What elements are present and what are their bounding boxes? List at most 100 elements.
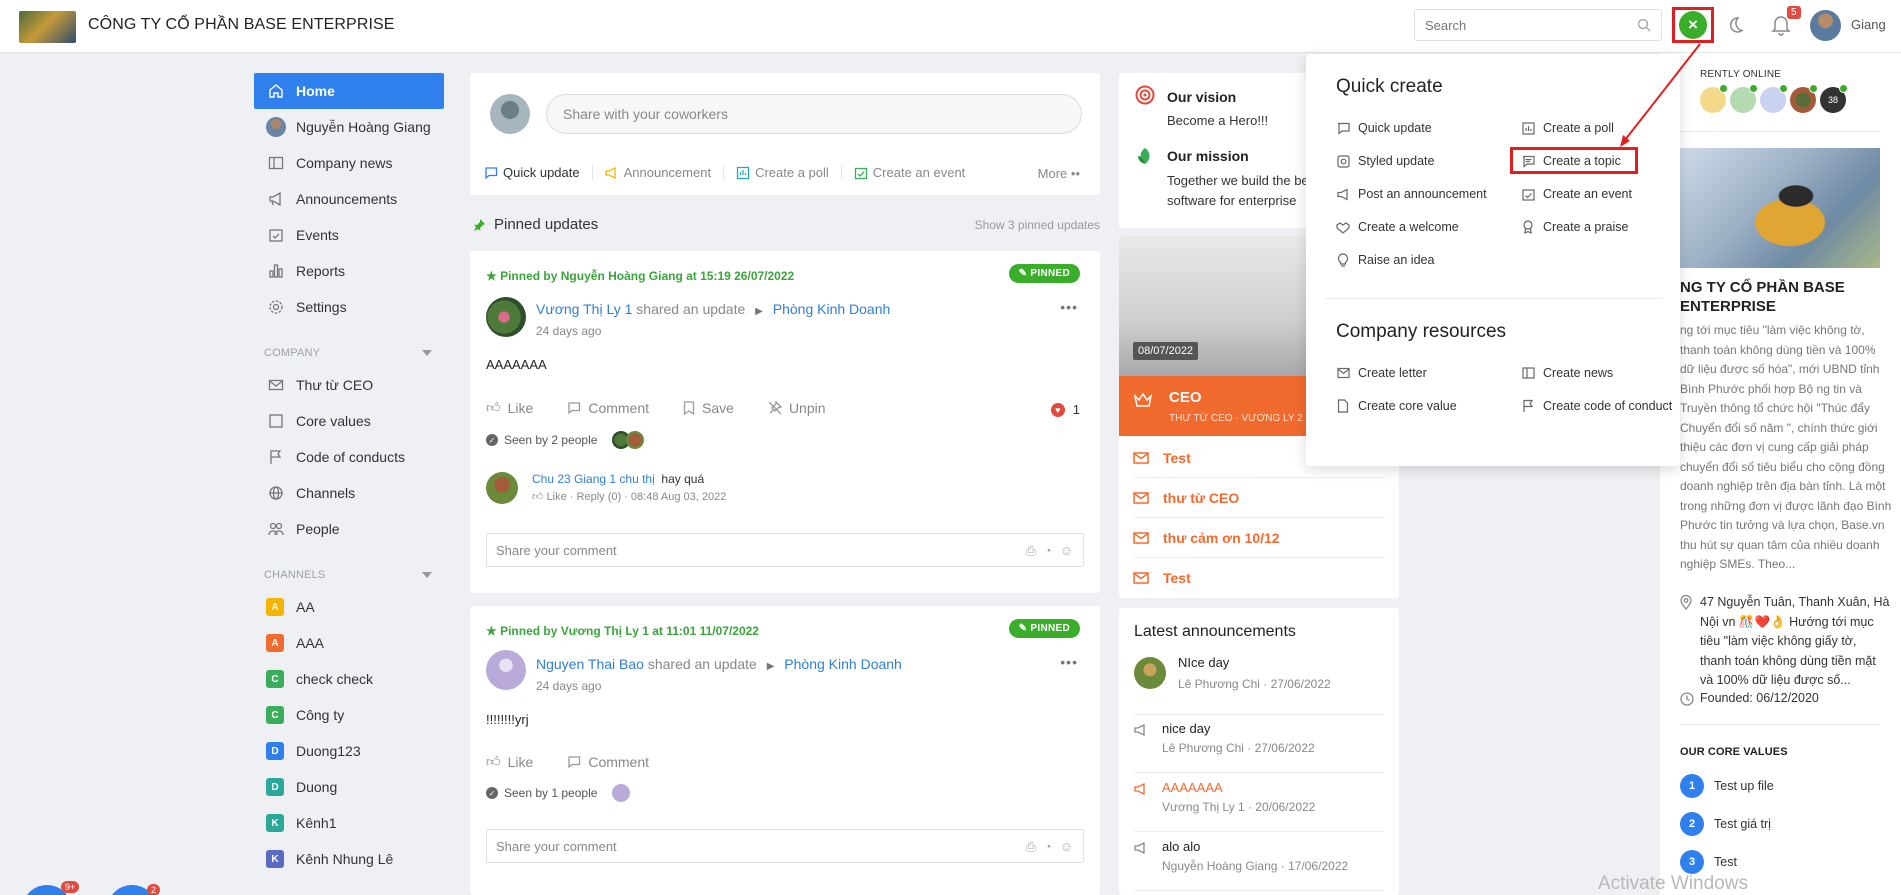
like-button[interactable]: 👍︎ Like [486,753,533,770]
seen-by[interactable]: ✓ Seen by 1 people [486,784,631,802]
search-icon[interactable] [1637,18,1651,32]
sidebar-item-channel[interactable]: C Công ty [254,697,444,733]
company-section-header[interactable]: COMPANY [254,339,444,367]
search-box[interactable] [1414,9,1662,41]
thumbs-up-icon[interactable]: 👍︎ [532,491,544,503]
close-icon[interactable]: × [1679,11,1707,39]
avatar[interactable] [1790,84,1818,113]
attach-icon[interactable]: ⎙ [1025,543,1035,559]
avatar[interactable] [486,472,518,504]
sidebar-item-channel[interactable]: A AAA [254,625,444,661]
sidebar-item-reports[interactable]: Reports [254,253,444,289]
company-logo[interactable] [19,11,76,43]
comment-input[interactable]: Share your comment ⎙ ◔ ☺ [486,829,1084,863]
sidebar-item-channel[interactable]: D Duong [254,769,444,805]
sidebar-item-settings[interactable]: Settings [254,289,444,325]
sidebar-item-company-news[interactable]: Company news [254,145,444,181]
user-name[interactable]: Giang [1851,17,1886,32]
user-avatar[interactable] [1810,10,1841,41]
menu-item-create-news[interactable]: Create news [1521,366,1613,380]
menu-item-create-event[interactable]: Create an event [1521,187,1632,201]
channels-section-header[interactable]: CHANNELS [254,561,444,589]
ceo-letter-item[interactable]: thư cảm ơn 10/12 [1133,518,1385,558]
attach-icon[interactable]: ⎙ [1025,839,1035,855]
like-count[interactable]: ♥ 1 [1050,402,1080,417]
more-button[interactable]: More •• [1038,166,1080,181]
quick-update-button[interactable]: Quick update [484,165,593,180]
sidebar-item-channel[interactable]: Ccheck check [254,661,444,697]
comment-meta[interactable]: Like · Reply (0) · 08:48 Aug 03, 2022 [547,491,727,503]
sidebar-item-core-values[interactable]: Core values [254,403,444,439]
announcement-item[interactable]: AAAAAAA Vương Thị Ly 1 · 20/06/2022 [1134,780,1384,832]
comment-author[interactable]: Chu 23 Giang 1 chu thị [532,472,655,486]
announcement-item[interactable]: alo alo Nguyễn Hoàng Giang · 17/06/2022 [1134,839,1384,891]
menu-item-styled-update[interactable]: Styled update [1336,154,1434,168]
sidebar-item-events[interactable]: Events [254,217,444,253]
menu-item-create-praise[interactable]: Create a praise [1521,220,1628,234]
sidebar-item-announcements[interactable]: Announcements [254,181,444,217]
people-icon [266,519,286,539]
sidebar-item-channels[interactable]: Channels [254,475,444,511]
sidebar-item-code-of-conducts[interactable]: Code of conducts [254,439,444,475]
ceo-letter-item[interactable]: Test [1133,558,1385,598]
sidebar-item-channel[interactable]: A AA [254,589,444,625]
post-channel[interactable]: Phòng Kinh Doanh [784,656,902,672]
document-icon [1336,399,1350,413]
announcement-item[interactable]: nice day Lê Phương Chi · 27/06/2022 [1134,721,1384,773]
menu-item-create-welcome[interactable]: Create a welcome [1336,220,1459,234]
core-value-item[interactable]: 3 Test [1680,850,1737,874]
sidebar-item-ceo-letters[interactable]: Thư từ CEO [254,367,444,403]
menu-item-create-poll[interactable]: Create a poll [1521,121,1614,135]
sidebar-item-channel[interactable]: D Duong123 [254,733,444,769]
menu-item-raise-idea[interactable]: Raise an idea [1336,253,1434,267]
avatar[interactable] [1700,84,1728,113]
sidebar-item-people[interactable]: People [254,511,444,547]
caret-down-icon[interactable] [422,572,432,578]
emoji-icon[interactable]: ☺ [1060,839,1073,855]
avatar[interactable] [1730,84,1758,113]
menu-item-post-announcement[interactable]: Post an announcement [1336,187,1487,201]
like-button[interactable]: 👍︎ Like [486,399,533,416]
comment-button[interactable]: Comment [567,753,649,770]
menu-item-create-core-value[interactable]: Create core value [1336,399,1457,413]
unpin-button[interactable]: Unpin [768,399,826,416]
create-event-button[interactable]: Create an event [854,165,978,180]
announcement-button[interactable]: Announcement [604,165,725,180]
sidebar-item-channel[interactable]: K Kênh Nhung Lê [254,841,444,877]
online-count[interactable]: 38 [1820,84,1848,113]
emoji-icon[interactable]: ☺ [1060,543,1073,559]
post-menu-icon[interactable]: ••• [1060,299,1078,315]
menu-item-create-code-of-conduct[interactable]: Create code of conduct [1521,399,1672,413]
menu-item-create-letter[interactable]: Create letter [1336,366,1427,380]
avatar[interactable] [486,650,526,690]
post-menu-icon[interactable]: ••• [1060,654,1078,670]
post-author[interactable]: Nguyen Thai Bao [536,656,644,672]
save-button[interactable]: Save [683,399,734,416]
sidebar-item-profile[interactable]: Nguyễn Hoàng Giang [254,109,444,145]
idea-icon[interactable]: ◔ [1044,839,1052,855]
post-channel[interactable]: Phòng Kinh Doanh [773,301,891,317]
caret-down-icon[interactable] [422,350,432,356]
seen-by[interactable]: ✓ Seen by 2 people [486,431,645,449]
comment-button[interactable]: Comment [567,399,649,416]
company-name[interactable]: CÔNG TY CỔ PHẦN BASE ENTERPRISE [88,16,395,34]
core-value-item[interactable]: 1 Test up file [1680,774,1774,798]
comment-input[interactable]: Share your comment ⎙ ◔ ☺ [486,533,1084,567]
core-value-item[interactable]: 2 Test giá trị [1680,812,1771,836]
avatar[interactable] [486,297,526,337]
avatar[interactable] [1760,84,1788,113]
quick-create-button[interactable]: × [1672,7,1714,43]
search-input[interactable] [1415,10,1615,40]
announcement-item[interactable]: NIce day Lê Phương Chi · 27/06/2022 [1134,655,1384,715]
dark-mode-icon[interactable] [1725,15,1745,35]
ceo-letter-item[interactable]: thư từ CEO [1133,478,1385,518]
sidebar-item-home[interactable]: Home [254,73,444,109]
sidebar-item-channel[interactable]: K Kênh1 [254,805,444,841]
menu-item-quick-update[interactable]: Quick update [1336,121,1432,135]
show-pinned-link[interactable]: Show 3 pinned updates [975,218,1100,232]
share-input[interactable]: Share with your coworkers [546,94,1082,134]
sidebar-item-label: Công ty [296,707,345,723]
post-author[interactable]: Vương Thị Ly 1 [536,301,632,317]
create-poll-button[interactable]: Create a poll [736,165,842,180]
idea-icon[interactable]: ◔ [1044,543,1052,559]
